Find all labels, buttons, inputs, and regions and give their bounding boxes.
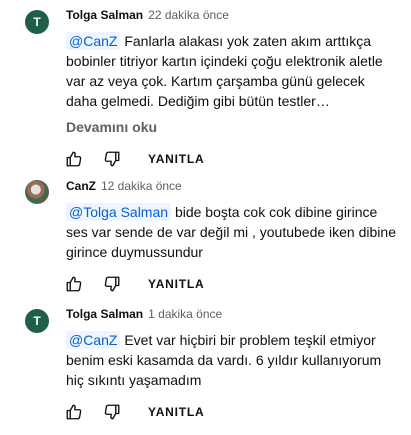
author-name[interactable]: Tolga Salman	[66, 8, 143, 22]
mention-link[interactable]: @CanZ	[66, 331, 121, 349]
reply-button[interactable]: YANITLA	[148, 152, 205, 166]
comment-2: CanZ 12 dakika önce @Tolga Salman bide b…	[0, 179, 411, 296]
comment-header: Tolga Salman 1 dakika önce	[66, 307, 411, 325]
read-more-button[interactable]: Devamını oku	[66, 119, 411, 135]
avatar-tolga-salman[interactable]: T	[25, 10, 49, 34]
like-button[interactable]	[62, 400, 86, 424]
avatar-letter: T	[33, 15, 41, 29]
mention-link[interactable]: @Tolga Salman	[66, 203, 172, 221]
like-button[interactable]	[62, 272, 86, 296]
dislike-icon	[104, 151, 120, 167]
dislike-icon	[104, 404, 120, 420]
like-icon	[66, 151, 82, 167]
comment-header: CanZ 12 dakika önce	[66, 179, 411, 197]
comment-text: @Tolga Salman bide boşta cok cok dibine …	[66, 202, 396, 262]
comment-1: T Tolga Salman 22 dakika önce @CanZ Fanl…	[0, 8, 411, 171]
avatar-tolga-salman[interactable]: T	[25, 309, 49, 333]
comment-time[interactable]: 12 dakika önce	[101, 179, 182, 193]
comment-header: Tolga Salman 22 dakika önce	[66, 8, 411, 26]
dislike-button[interactable]	[100, 272, 124, 296]
comment-actions: YANITLA	[62, 272, 411, 296]
dislike-button[interactable]	[100, 147, 124, 171]
dislike-button[interactable]	[100, 400, 124, 424]
mention-link[interactable]: @CanZ	[66, 32, 121, 50]
author-name[interactable]: CanZ	[66, 179, 96, 193]
avatar-letter: T	[33, 314, 41, 328]
reply-button[interactable]: YANITLA	[148, 277, 205, 291]
comment-actions: YANITLA	[62, 147, 411, 171]
dislike-icon	[104, 276, 120, 292]
comment-time[interactable]: 22 dakika önce	[148, 8, 229, 22]
comment-text: @CanZ Fanlarla alakası yok zaten akım ar…	[66, 31, 396, 111]
comment-actions: YANITLA	[62, 400, 411, 424]
avatar-canz[interactable]	[25, 180, 49, 204]
comment-text: @CanZ Evet var hiçbiri bir problem teşki…	[66, 330, 396, 390]
comment-3: T Tolga Salman 1 dakika önce @CanZ Evet …	[0, 307, 411, 424]
author-name[interactable]: Tolga Salman	[66, 307, 143, 321]
comment-time[interactable]: 1 dakika önce	[148, 307, 222, 321]
like-icon	[66, 404, 82, 420]
like-icon	[66, 276, 82, 292]
reply-button[interactable]: YANITLA	[148, 405, 205, 419]
like-button[interactable]	[62, 147, 86, 171]
